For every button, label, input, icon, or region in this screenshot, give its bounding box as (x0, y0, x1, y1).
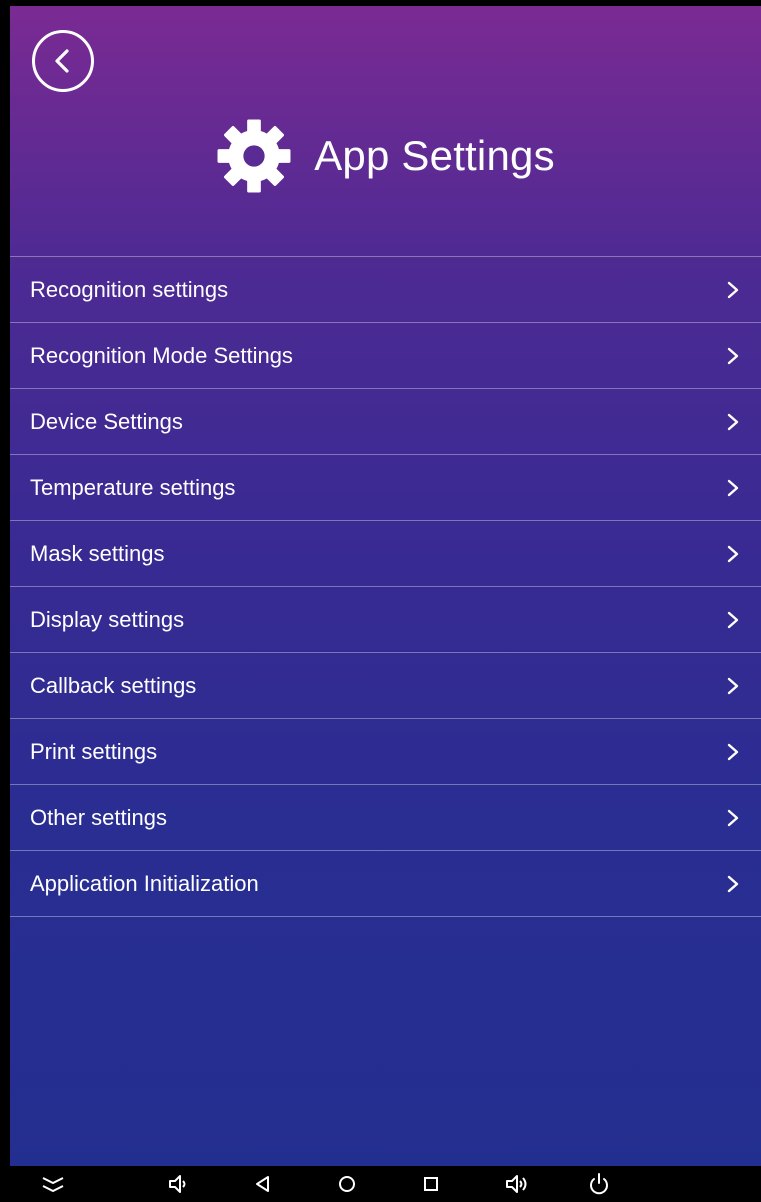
chevron-right-icon (727, 479, 739, 496)
menu-item-label: Callback settings (30, 672, 197, 698)
menu-item-label: Device Settings (30, 408, 183, 434)
page-header: App Settings (10, 118, 761, 194)
page-title: App Settings (314, 132, 555, 179)
menu-item-application-initialization[interactable]: Application Initialization (10, 851, 761, 917)
menu-item-callback-settings[interactable]: Callback settings (10, 653, 761, 719)
menu-item-other-settings[interactable]: Other settings (10, 785, 761, 851)
collapse-icon[interactable] (40, 1172, 66, 1196)
home-circle-icon[interactable] (334, 1172, 360, 1196)
menu-item-label: Mask settings (30, 540, 165, 566)
volume-down-icon[interactable] (166, 1172, 192, 1196)
chevron-right-icon (727, 677, 739, 694)
chevron-right-icon (727, 413, 739, 430)
chevron-right-icon (727, 611, 739, 628)
chevron-right-icon (727, 347, 739, 364)
menu-item-recognition-mode-settings[interactable]: Recognition Mode Settings (10, 323, 761, 389)
back-triangle-icon[interactable] (250, 1172, 276, 1196)
app-screen: App Settings Recognition settings Recogn… (10, 6, 761, 1166)
back-arrow-icon (55, 49, 69, 73)
gear-icon (217, 119, 291, 193)
menu-item-label: Print settings (30, 738, 158, 764)
back-button[interactable] (32, 30, 94, 92)
power-icon[interactable] (586, 1172, 612, 1196)
menu-item-label: Temperature settings (30, 474, 236, 500)
chevron-right-icon (727, 875, 739, 892)
menu-item-print-settings[interactable]: Print settings (10, 719, 761, 785)
system-navigation-bar (0, 1166, 761, 1202)
chevron-right-icon (727, 281, 739, 298)
menu-item-label: Other settings (30, 804, 167, 830)
device-frame: App Settings Recognition settings Recogn… (0, 0, 761, 1202)
menu-item-display-settings[interactable]: Display settings (10, 587, 761, 653)
volume-up-icon[interactable] (504, 1172, 530, 1196)
settings-menu: Recognition settings Recognition Mode Se… (10, 256, 761, 917)
menu-item-device-settings[interactable]: Device Settings (10, 389, 761, 455)
menu-item-label: Recognition Mode Settings (30, 342, 293, 368)
chevron-right-icon (727, 809, 739, 826)
menu-item-recognition-settings[interactable]: Recognition settings (10, 257, 761, 323)
chevron-right-icon (727, 545, 739, 562)
menu-item-label: Application Initialization (30, 870, 259, 896)
menu-item-mask-settings[interactable]: Mask settings (10, 521, 761, 587)
chevron-right-icon (727, 743, 739, 760)
recents-square-icon[interactable] (418, 1172, 444, 1196)
menu-item-temperature-settings[interactable]: Temperature settings (10, 455, 761, 521)
menu-item-label: Recognition settings (30, 276, 229, 302)
menu-item-label: Display settings (30, 606, 185, 632)
